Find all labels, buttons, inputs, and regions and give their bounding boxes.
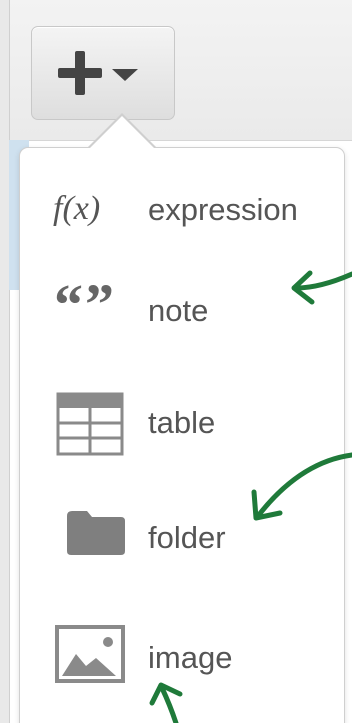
app-stage: expression note table folder image f(x) …	[0, 0, 352, 723]
left-panel-edge	[0, 0, 10, 723]
function-icon: f(x)	[53, 190, 101, 227]
menu-item-label: note	[148, 293, 209, 328]
chevron-down-icon	[112, 69, 138, 81]
menu-item-label: expression	[148, 192, 298, 227]
menu-pointer-fill	[89, 116, 155, 149]
quote-icon: “”	[54, 272, 116, 337]
image-icon	[55, 625, 125, 683]
menu-item-label: folder	[148, 520, 226, 555]
plus-icon	[58, 51, 102, 95]
menu-item-label: image	[148, 640, 233, 675]
folder-icon	[67, 511, 125, 555]
menu-item-label: table	[148, 405, 216, 440]
add-item-button[interactable]	[31, 26, 175, 120]
table-icon	[56, 392, 124, 456]
add-item-menu: expression note table folder image f(x) …	[19, 147, 345, 723]
